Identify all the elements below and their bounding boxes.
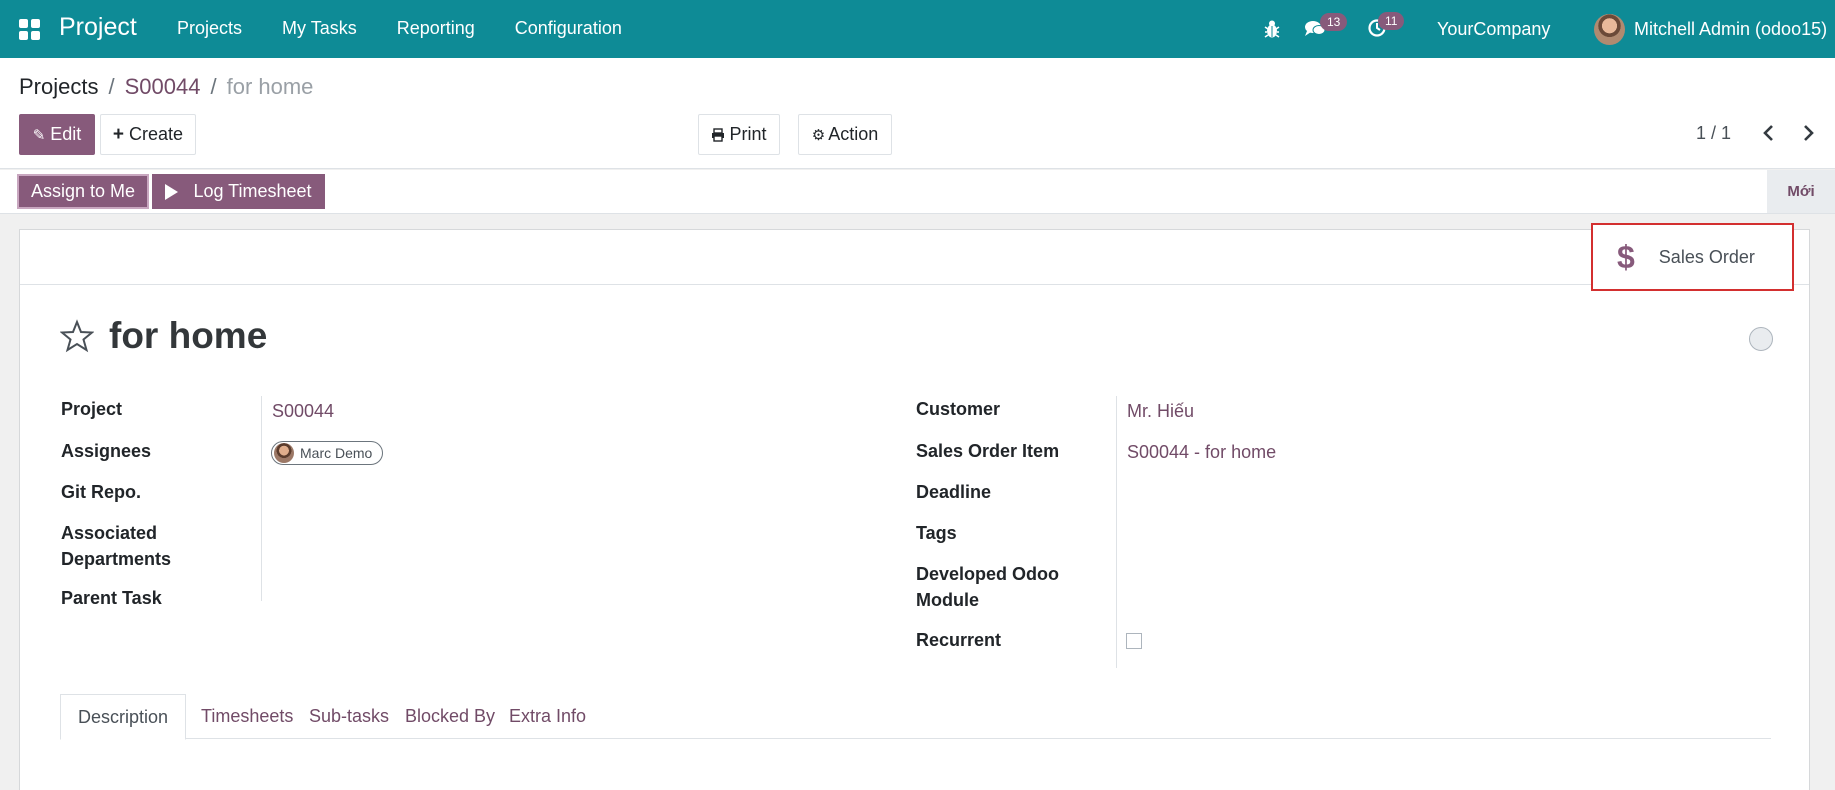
tags-label: Tags: [916, 523, 957, 543]
pencil-icon: ✎: [32, 126, 46, 144]
edit-button-label: Edit: [50, 124, 82, 144]
customer-label: Customer: [916, 399, 1001, 419]
pager-value[interactable]: 1 / 1: [1696, 123, 1731, 144]
tab-description[interactable]: Description: [60, 694, 187, 740]
tab-timesheets[interactable]: Timesheets: [201, 694, 293, 739]
left-group-separator: [261, 396, 262, 601]
chevron-right-icon[interactable]: [1799, 122, 1817, 144]
project-value-link[interactable]: S00044: [272, 401, 334, 422]
top-navbar: Project Projects My Tasks Reporting Conf…: [0, 0, 1835, 58]
print-button[interactable]: Print: [698, 114, 780, 155]
activities-count-badge: 11: [1378, 12, 1405, 30]
create-button[interactable]: + Create: [100, 114, 196, 155]
star-icon[interactable]: [60, 319, 94, 353]
task-title: for home: [109, 315, 268, 356]
apps-menu-icon[interactable]: [19, 19, 40, 40]
dollar-icon: $: [1617, 238, 1635, 275]
parent-task-label: Parent Task: [61, 588, 162, 608]
tab-sub-tasks[interactable]: Sub-tasks: [309, 694, 389, 739]
breadcrumb-current-task: for home: [226, 74, 314, 99]
git-repo-label: Git Repo.: [61, 482, 141, 502]
assignees-label: Assignees: [61, 441, 152, 461]
plus-icon: +: [112, 123, 125, 145]
printer-icon: [712, 127, 725, 142]
play-icon: [165, 183, 179, 200]
gear-icon: ⚙: [811, 126, 826, 144]
recurrent-label: Recurrent: [916, 630, 1002, 650]
menu-item-configuration[interactable]: Configuration: [515, 18, 622, 39]
assignee-avatar: [274, 443, 294, 463]
deadline-label: Deadline: [916, 482, 992, 502]
main-menu: Projects My Tasks Reporting Configuratio…: [177, 18, 662, 39]
associated-departments-label-line1: Associated: [61, 523, 158, 543]
stage-new[interactable]: Mới: [1767, 170, 1835, 213]
action-button-label: Action: [828, 124, 879, 144]
menu-item-reporting[interactable]: Reporting: [397, 18, 475, 39]
chevron-left-icon[interactable]: [1760, 122, 1778, 144]
smart-button-box: $ Sales Order: [20, 223, 1809, 291]
associated-departments-label-line2: Departments: [61, 549, 172, 569]
tab-extra-info[interactable]: Extra Info: [509, 694, 586, 739]
breadcrumb: Projects / S00044 / for home: [19, 74, 313, 100]
action-button[interactable]: ⚙ Action: [798, 114, 892, 155]
form-statusbar: Assign to Me Log Timesheet Mới: [0, 170, 1835, 214]
notebook-tabs: Description Timesheets Sub-tasks Blocked…: [60, 694, 1771, 740]
messages-count-badge: 13: [1320, 13, 1348, 31]
print-button-label: Print: [729, 124, 767, 144]
assignee-tag[interactable]: Marc Demo: [271, 441, 384, 465]
bug-icon[interactable]: [1263, 19, 1281, 39]
developed-odoo-module-label-line1: Developed Odoo: [916, 564, 1060, 584]
user-menu[interactable]: Mitchell Admin (odoo15): [1634, 19, 1827, 40]
kanban-state-indicator[interactable]: [1749, 327, 1773, 351]
assign-to-me-button[interactable]: Assign to Me: [17, 174, 149, 209]
log-timesheet-button[interactable]: Log Timesheet: [152, 174, 325, 209]
sales-order-item-link[interactable]: S00044 - for home: [1127, 442, 1276, 463]
breadcrumb-project-s00044[interactable]: S00044: [125, 74, 201, 100]
sales-order-label: Sales Order: [1658, 246, 1755, 267]
project-label: Project: [61, 399, 123, 419]
control-panel: Projects / S00044 / for home: [0, 58, 1835, 169]
sales-order-smart-button[interactable]: $ Sales Order: [1591, 223, 1794, 291]
breadcrumb-separator: /: [210, 74, 217, 99]
company-switcher[interactable]: YourCompany: [1437, 19, 1550, 40]
assignee-name: Marc Demo: [300, 445, 373, 461]
developed-odoo-module-label-line2: Module: [916, 590, 979, 610]
menu-item-my-tasks[interactable]: My Tasks: [282, 18, 357, 39]
breadcrumb-projects[interactable]: Projects: [19, 74, 98, 100]
right-group-separator: [1116, 396, 1117, 668]
tab-blocked-by[interactable]: Blocked By: [405, 694, 495, 739]
sales-order-item-label: Sales Order Item: [916, 441, 1060, 461]
form-sheet: $ Sales Order for home Project S00044 As…: [19, 223, 1810, 790]
customer-value-link[interactable]: Mr. Hiếu: [1127, 401, 1194, 422]
log-timesheet-label: Log Timesheet: [193, 181, 312, 201]
breadcrumb-separator: /: [108, 74, 115, 99]
create-button-label: Create: [129, 124, 184, 144]
menu-item-projects[interactable]: Projects: [177, 18, 242, 39]
user-avatar[interactable]: [1594, 14, 1625, 45]
edit-button[interactable]: ✎ Edit: [19, 114, 95, 155]
app-brand[interactable]: Project: [59, 13, 137, 42]
task-title-row: for home: [60, 315, 267, 357]
recurrent-checkbox[interactable]: [1126, 633, 1142, 649]
